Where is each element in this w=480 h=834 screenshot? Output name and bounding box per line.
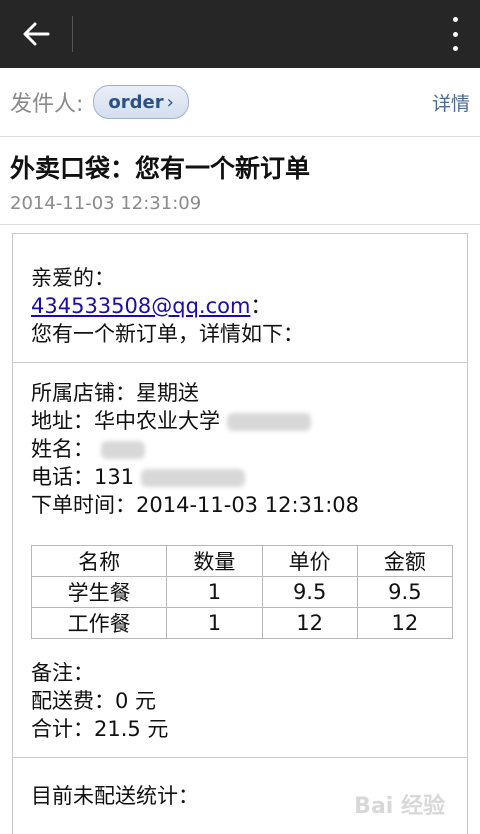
phone-label: 电话：131: [31, 465, 135, 489]
recipient-suffix: ：: [250, 294, 272, 318]
recipient-email-link[interactable]: 434533508@qq.com: [31, 294, 250, 318]
table-cell: 9.5: [261, 576, 358, 608]
greeting-section: 亲爱的： 434533508@qq.com： 您有一个新订单，详情如下：: [13, 234, 467, 363]
redacted-name: [100, 441, 145, 459]
appbar-divider: [72, 16, 73, 52]
address-label: 地址：华中农业大学: [31, 409, 220, 433]
table-header-row: 名称 数量 单价 金额: [30, 545, 454, 577]
name-label: 姓名：: [31, 437, 94, 461]
table-cell: 12: [356, 607, 454, 639]
recipient-line: 434533508@qq.com：: [31, 292, 449, 320]
intro-text: 您有一个新订单，详情如下：: [31, 322, 304, 346]
table-header-cell: 名称: [30, 545, 168, 577]
store-line: 所属店铺：星期送: [31, 381, 199, 405]
phone-line: 电话：131: [31, 463, 449, 491]
total-line: 合计：21.5 元: [31, 717, 169, 741]
email-date: 2014-11-03 12:31:09: [10, 193, 202, 214]
table-cell: 1: [166, 576, 263, 608]
order-section: 所属店铺：星期送 地址：华中农业大学 姓名： 电话：131 下单时间：2014-…: [13, 363, 467, 758]
table-row: 学生餐 1 9.5 9.5: [30, 576, 454, 608]
table-cell: 学生餐: [30, 576, 168, 608]
redacted-address: [226, 413, 311, 431]
sender-row: 发件人: order › 详情: [0, 68, 480, 137]
name-line: 姓名：: [31, 435, 449, 463]
overflow-menu-icon[interactable]: [450, 17, 460, 51]
table-cell: 9.5: [356, 576, 454, 608]
table-cell: 工作餐: [30, 607, 168, 639]
table-cell: 1: [166, 607, 263, 639]
sender-chip[interactable]: order ›: [93, 85, 189, 119]
address-line: 地址：华中农业大学: [31, 407, 449, 435]
details-link[interactable]: 详情: [432, 89, 470, 116]
back-button[interactable]: [0, 0, 72, 68]
table-cell: 12: [261, 607, 358, 639]
greeting: 亲爱的：: [31, 266, 115, 290]
sender-label: 发件人:: [10, 92, 84, 117]
table-header-cell: 金额: [356, 545, 454, 577]
sender-chip-label: order: [108, 91, 164, 113]
redacted-phone: [140, 469, 245, 487]
order-time-line: 下单时间：2014-11-03 12:31:08: [31, 493, 360, 517]
order-items-table: 名称 数量 单价 金额 学生餐 1 9.5 9.5 工作餐 1 12 12: [30, 545, 454, 639]
baidu-watermark-logo: Bai 经验: [354, 794, 445, 819]
table-header-cell: 单价: [261, 545, 358, 577]
email-body: 亲爱的： 434533508@qq.com： 您有一个新订单，详情如下： 所属店…: [12, 233, 468, 834]
delivery-fee-line: 配送费：0 元: [31, 689, 157, 713]
back-arrow-icon: [23, 22, 50, 46]
table-row: 工作餐 1 12 12: [30, 607, 454, 639]
table-header-cell: 数量: [166, 545, 263, 577]
email-subject: 外卖口袋：您有一个新订单: [10, 154, 311, 183]
subject-block: 外卖口袋：您有一个新订单 2014-11-03 12:31:09: [0, 137, 480, 225]
remark-line: 备注：: [31, 661, 94, 685]
chevron-right-icon: ›: [166, 91, 174, 113]
app-bar: [0, 0, 480, 68]
order-summary: 备注： 配送费：0 元 合计：21.5 元: [31, 639, 449, 757]
